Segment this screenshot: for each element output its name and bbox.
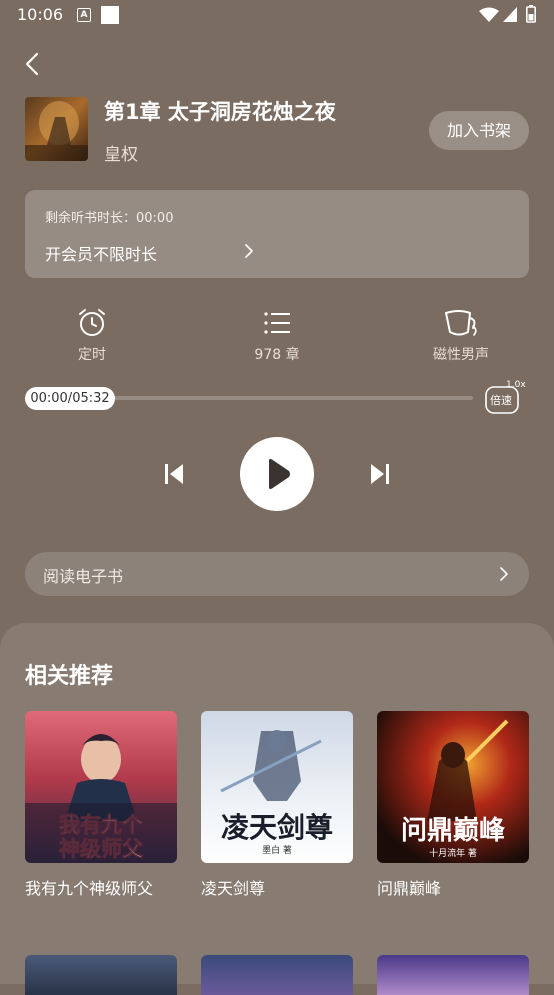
book-cover: 凌天剑尊 墨白 著 (201, 711, 353, 863)
play-icon (269, 459, 290, 489)
recommendations-title: 相关推荐 (25, 664, 114, 689)
timer-label: 定时 (78, 347, 106, 363)
cover-title-line1: 我有九个 (59, 813, 144, 837)
open-vip-link[interactable]: 开会员不限时长 (45, 241, 157, 265)
cover-author: 墨白 著 (262, 844, 292, 856)
signal-icon (503, 7, 517, 22)
book-name: 我有九个神级师父 (25, 879, 154, 898)
cover-author: 十月流年 著 (429, 847, 477, 859)
book-name: 问鼎巅峰 (377, 879, 442, 898)
add-to-shelf-button[interactable]: 加入书架 (429, 111, 529, 150)
status-time: 10:06 (17, 5, 64, 24)
book-cover-partial[interactable] (25, 955, 177, 995)
timer-control[interactable]: 定时 (37, 308, 147, 364)
chapter-title: 第1章 太子洞房花烛之夜 (104, 100, 336, 124)
author-name: 皇权 (104, 145, 138, 165)
cover-title-line2: 神级师父 (59, 837, 144, 861)
book-name: 凌天剑尊 (201, 879, 266, 898)
chapters-count-label: 978 章 (254, 347, 300, 363)
recommended-book[interactable]: 凌天剑尊 墨白 著 凌天剑尊 (201, 711, 353, 899)
book-cover-partial[interactable] (377, 955, 529, 995)
book-cover: 我有九个 神级师父 (25, 711, 177, 863)
book-cover: 问鼎巅峰 十月流年 著 (377, 711, 529, 863)
voice-label: 磁性男声 (433, 347, 489, 363)
notification-icon: A (77, 8, 91, 22)
cover-title: 凌天剑尊 (221, 811, 333, 844)
recommended-book[interactable]: 问鼎巅峰 十月流年 著 问鼎巅峰 (377, 711, 529, 899)
book-cover-partial[interactable] (201, 955, 353, 995)
remaining-time-label: 剩余听书时长：00:00 (45, 211, 174, 226)
playback-speed-button[interactable]: 1.0x 倍速 (483, 380, 529, 416)
speed-value: 1.0x (506, 380, 526, 390)
play-button[interactable] (240, 437, 314, 511)
recommended-book[interactable]: 我有九个 神级师父 我有九个神级师父 (25, 711, 177, 899)
battery-icon (526, 5, 536, 23)
cover-title: 问鼎巅峰 (401, 816, 505, 846)
chevron-right-icon (245, 244, 253, 258)
chapters-control[interactable]: 978 章 (222, 308, 332, 364)
alarm-clock-icon (79, 309, 105, 336)
chevron-right-icon (500, 567, 508, 581)
voice-control[interactable]: 磁性男声 (406, 308, 516, 364)
next-track-icon[interactable] (367, 461, 393, 487)
speed-label: 倍速 (490, 394, 512, 407)
back-arrow-icon[interactable] (22, 52, 44, 76)
progress-time-thumb[interactable]: 00:00/05:32 (25, 387, 115, 410)
previous-track-icon[interactable] (161, 461, 187, 487)
read-ebook-label: 阅读电子书 (43, 567, 124, 586)
book-cover (25, 97, 88, 161)
notification-square-icon (101, 6, 119, 24)
voice-cup-icon (445, 310, 477, 336)
list-icon (264, 312, 290, 334)
wifi-icon (479, 7, 499, 22)
